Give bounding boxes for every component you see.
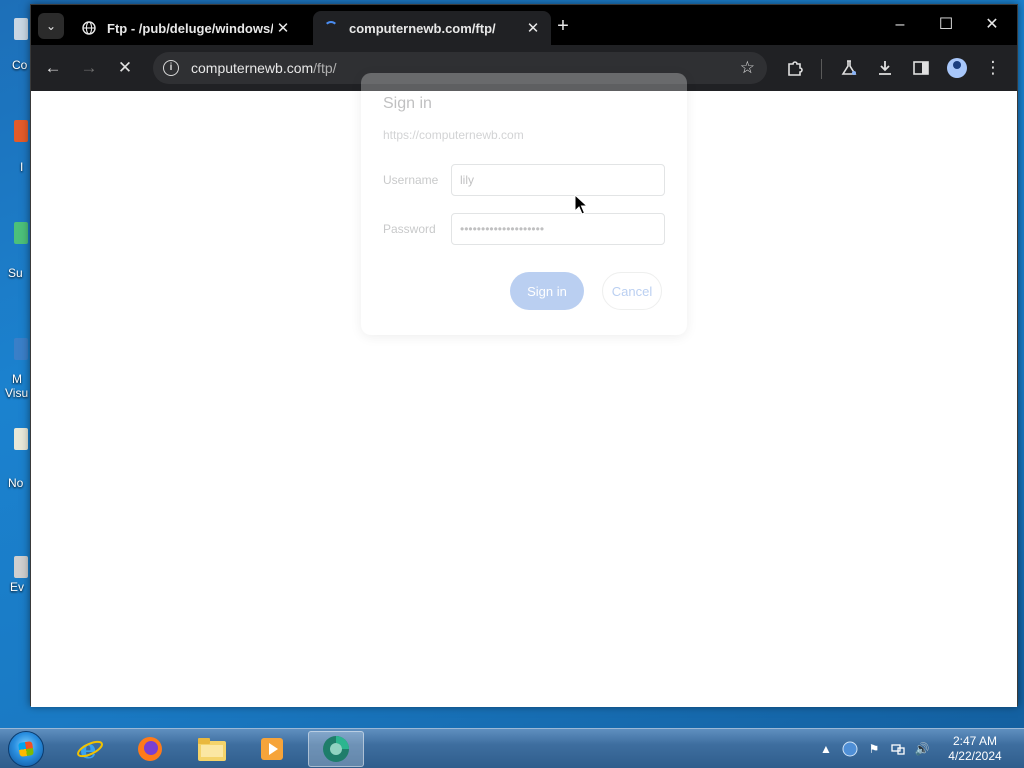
dialog-title: Sign in	[383, 95, 432, 112]
internet-explorer-icon: e	[77, 735, 103, 764]
tab-strip: ⌄ Ftp - /pub/deluge/windows/ :: ✕ comput…	[31, 5, 1017, 45]
tab-search-button[interactable]: ⌄	[38, 13, 64, 39]
url-text: computernewb.com/ftp/	[191, 60, 337, 76]
app-icon	[14, 120, 28, 142]
puzzle-icon	[788, 61, 803, 76]
computer-icon	[14, 18, 28, 40]
clock-date: 4/22/2024	[948, 749, 1002, 763]
browser-window: ⌄ Ftp - /pub/deluge/windows/ :: ✕ comput…	[30, 4, 1018, 707]
kebab-menu-icon: ⋮	[984, 58, 1002, 77]
desktop-icon-label: Ev	[10, 580, 25, 594]
browser-app-icon	[323, 736, 349, 762]
back-button[interactable]: ←	[39, 54, 67, 82]
maximize-button[interactable]: ☐	[923, 13, 969, 37]
stop-x-icon: ✕	[117, 58, 133, 77]
taskbar-internet-explorer[interactable]: e	[62, 731, 118, 767]
desktop-icon-label: M	[12, 372, 22, 386]
forward-button[interactable]: →	[75, 54, 103, 82]
tab-title: computernewb.com/ftp/	[349, 20, 496, 36]
folder-icon	[198, 738, 226, 761]
arrow-right-icon: →	[80, 58, 98, 77]
desktop-icon-label: Visu	[5, 386, 29, 400]
page-content: Sign in https://computernewb.com Usernam…	[31, 73, 1017, 707]
globe-icon	[81, 20, 97, 36]
app-icon	[14, 222, 28, 244]
minimize-icon: –	[895, 16, 905, 33]
downloads-button[interactable]	[871, 54, 899, 82]
url-host: computernewb.com	[191, 60, 314, 76]
start-button[interactable]	[8, 731, 44, 767]
tab-close-icon[interactable]: ✕	[523, 19, 543, 37]
chevron-down-icon: ⌄	[45, 19, 57, 33]
arrow-left-icon: ←	[44, 58, 62, 77]
app-icon	[14, 556, 28, 578]
media-player-icon	[261, 738, 283, 760]
taskbar: e ▲ ⚑ 🔊 2:47 AM 4/22/2024	[0, 728, 1024, 768]
sign-in-button[interactable]: Sign in	[510, 272, 584, 310]
close-icon: ✕	[985, 16, 999, 33]
maximize-icon: ☐	[938, 16, 954, 33]
profile-avatar[interactable]	[947, 58, 967, 78]
menu-button[interactable]: ⋮	[979, 54, 1007, 82]
desktop-icon-label: No	[8, 476, 24, 490]
flask-icon	[841, 60, 857, 75]
firefox-icon	[138, 737, 162, 761]
taskbar-media-player[interactable]	[244, 731, 300, 767]
password-input[interactable]: ••••••••••••••••••••	[451, 213, 665, 245]
username-label: Username	[383, 173, 439, 187]
plus-icon: +	[557, 15, 569, 37]
download-icon	[879, 61, 891, 75]
network-sync-icon[interactable]	[842, 741, 858, 757]
dialog-origin: https://computernewb.com	[383, 128, 524, 142]
taskbar-firefox[interactable]	[122, 731, 178, 767]
tab-title: Ftp - /pub/deluge/windows/ ::	[107, 20, 273, 36]
system-clock[interactable]: 2:47 AM 4/22/2024	[940, 734, 1010, 764]
username-input[interactable]: lily	[451, 164, 665, 196]
password-label: Password	[383, 222, 436, 236]
extensions-button[interactable]	[781, 54, 809, 82]
network-icon[interactable]	[890, 741, 906, 757]
action-center-flag-icon[interactable]: ⚑	[866, 741, 882, 757]
new-tab-button[interactable]: +	[551, 15, 575, 39]
cancel-button[interactable]: Cancel	[602, 272, 662, 310]
minimize-button[interactable]: –	[877, 13, 923, 37]
site-info-icon[interactable]: i	[163, 60, 179, 76]
stop-button[interactable]: ✕	[111, 54, 139, 82]
volume-icon[interactable]: 🔊	[914, 741, 930, 757]
tab-close-icon[interactable]: ✕	[273, 19, 293, 37]
app-icon	[14, 338, 28, 360]
tab-computernewb-ftp[interactable]: computernewb.com/ftp/ ✕	[313, 11, 551, 45]
show-hidden-icons-button[interactable]: ▲	[818, 741, 834, 757]
star-icon[interactable]: ☆	[740, 58, 755, 78]
taskbar-chrome[interactable]	[308, 731, 364, 767]
url-path: /ftp/	[313, 60, 337, 76]
toolbar-separator	[821, 59, 822, 79]
desktop-icon-label: Su	[8, 266, 23, 280]
svg-text:e: e	[80, 735, 97, 764]
mouse-cursor-icon	[574, 194, 588, 215]
desktop-icon-label: Co	[12, 58, 28, 72]
clock-time: 2:47 AM	[952, 734, 998, 748]
side-panel-icon	[913, 61, 929, 75]
labs-button[interactable]	[835, 54, 863, 82]
http-auth-dialog: Sign in https://computernewb.com Usernam…	[361, 73, 687, 335]
close-window-button[interactable]: ✕	[969, 13, 1015, 37]
notepad-icon	[14, 428, 28, 450]
taskbar-file-explorer[interactable]	[184, 731, 240, 767]
side-panel-button[interactable]	[907, 54, 935, 82]
loading-spinner-icon	[323, 20, 339, 36]
desktop-icon-label: I	[20, 160, 24, 174]
tab-ftp-deluge[interactable]: Ftp - /pub/deluge/windows/ :: ✕	[71, 11, 301, 45]
